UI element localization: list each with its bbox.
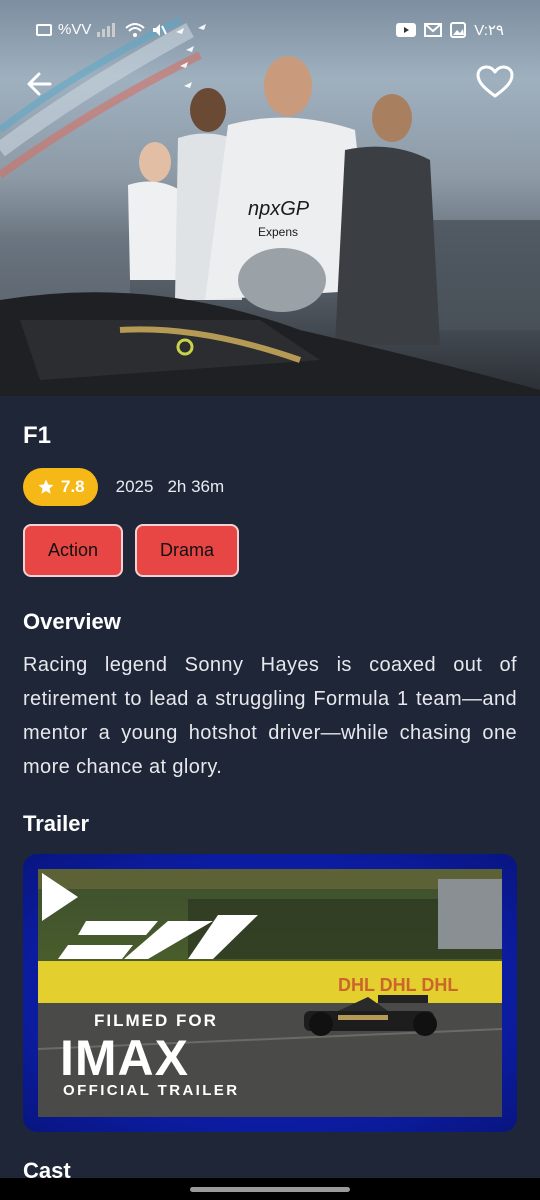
- release-year: 2025: [115, 477, 154, 496]
- gallery-icon: [450, 22, 467, 38]
- trailer-player[interactable]: DHL DHL DHL FILMED FOR IMAX OFFICIAL TRA…: [23, 854, 517, 1132]
- svg-text:npxGP: npxGP: [248, 198, 310, 220]
- youtube-icon: [396, 23, 417, 37]
- gmail-icon: [424, 23, 443, 37]
- genre-list: Action Drama: [23, 524, 240, 577]
- svg-text:Expens: Expens: [258, 225, 298, 239]
- wifi-icon: [125, 22, 146, 37]
- trailer-thumbnail: DHL DHL DHL FILMED FOR IMAX OFFICIAL TRA…: [38, 869, 502, 1117]
- imax-logo-text: IMAX: [60, 1030, 189, 1086]
- back-button[interactable]: [22, 64, 62, 104]
- clock: V:٢٩: [474, 22, 504, 39]
- genre-chip-action[interactable]: Action: [23, 524, 124, 577]
- runtime: 2h 36m: [167, 477, 225, 496]
- mute-icon: [153, 23, 168, 36]
- status-bar: %VV V:٢٩: [0, 0, 540, 60]
- signal-icon: [97, 22, 116, 37]
- battery-icon: [36, 23, 52, 36]
- trailer-heading: Trailer: [23, 811, 90, 836]
- overview-text: Racing legend Sonny Hayes is coaxed out …: [23, 654, 517, 778]
- rating-value: 7.8: [61, 477, 85, 496]
- genre-chip-drama[interactable]: Drama: [135, 524, 240, 577]
- movie-title: F1: [23, 422, 52, 449]
- favorite-button[interactable]: [474, 62, 516, 104]
- home-handle[interactable]: [190, 1187, 350, 1192]
- play-icon[interactable]: [38, 869, 82, 925]
- svg-text:DHL DHL DHL: DHL DHL DHL: [338, 975, 458, 995]
- heart-outline-icon: [476, 65, 514, 98]
- star-icon: [38, 479, 54, 494]
- rating-badge: 7.8: [23, 468, 98, 506]
- official-trailer-text: OFFICIAL TRAILER: [63, 1082, 240, 1099]
- movie-meta: 7.8 2025 2h 36m: [23, 468, 224, 506]
- movie-details: F1 7.8 2025 2h 36m Action Drama Overview…: [0, 396, 540, 1200]
- battery-percent: %VV: [58, 21, 92, 38]
- gesture-bar: [0, 1178, 540, 1200]
- overview-heading: Overview: [23, 609, 121, 634]
- arrow-left-icon: [27, 72, 52, 96]
- filmed-for-text: FILMED FOR: [94, 1011, 218, 1030]
